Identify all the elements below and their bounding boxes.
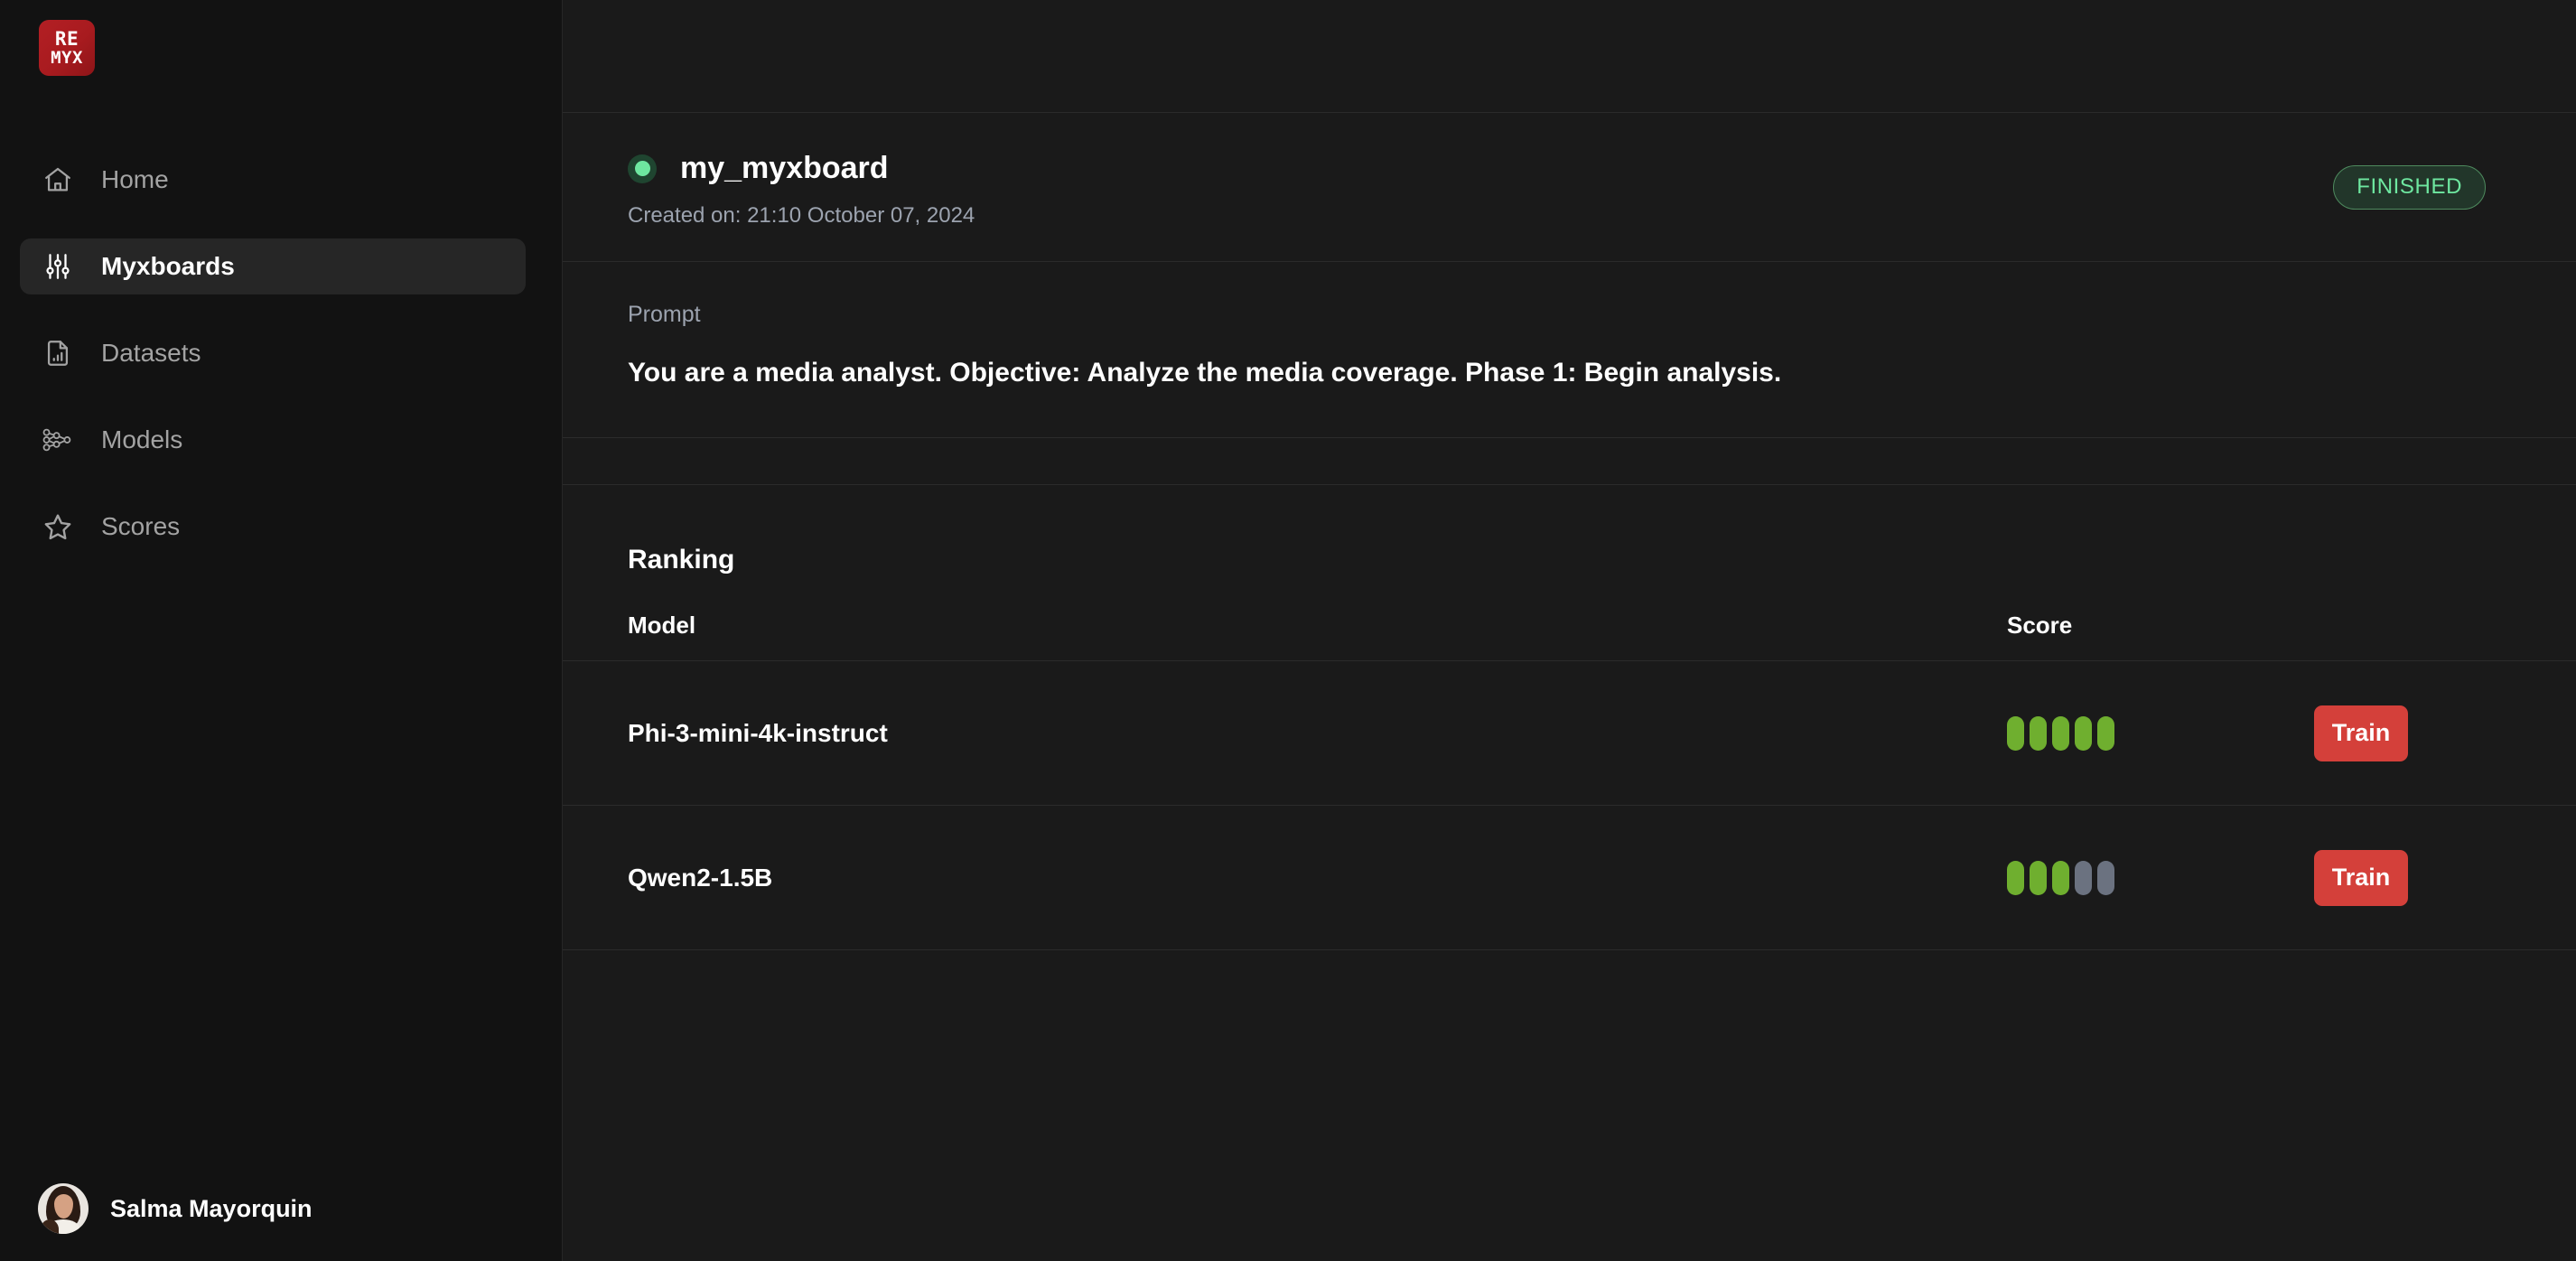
board-header-left: my_myxboard Created on: 21:10 October 07… [563,151,975,229]
sliders-icon [40,248,76,285]
score-pill [2052,860,2069,895]
home-icon [40,162,76,198]
model-name: Phi-3-mini-4k-instruct [628,718,888,747]
document-chart-icon [40,335,76,371]
sidebar-item-myxboards[interactable]: Myxboards [20,238,526,294]
brand-logo[interactable]: RE MYX [39,20,95,76]
board-header: my_myxboard Created on: 21:10 October 07… [563,113,2576,262]
score-pill [2075,715,2092,751]
prompt-label: Prompt [628,302,701,327]
primary-navigation: Home Myxboards Datasets Models Scores [20,152,544,585]
main-content: my_myxboard Created on: 21:10 October 07… [563,0,2576,1261]
score-pill [2007,860,2024,895]
prompt-text: You are a media analyst. Objective: Anal… [628,358,1782,388]
score-cell [2007,715,2314,751]
sidebar-item-label-models: Models [101,425,183,453]
sidebar-item-datasets[interactable]: Datasets [20,325,526,381]
neural-network-icon [40,422,76,458]
status-dot-icon [628,154,657,183]
table-row: Phi-3-mini-4k-instruct Train [563,661,2576,806]
table-header-row: Model Score [563,612,2576,661]
sidebar-item-scores[interactable]: Scores [20,499,526,555]
status-badge: FINISHED [2333,165,2486,210]
column-header-model-cell: Model [563,612,2007,640]
column-header-score: Score [2007,612,2073,639]
top-bar [563,0,2576,113]
action-cell: Train [2314,849,2576,906]
model-name: Qwen2-1.5B [628,863,773,892]
train-button[interactable]: Train [2314,705,2408,761]
ranking-title: Ranking [628,545,735,574]
logo-line-1: RE [54,27,79,50]
model-name-cell: Phi-3-mini-4k-instruct [563,719,2007,748]
board-title-row: my_myxboard [628,151,975,186]
model-name-cell: Qwen2-1.5B [563,864,2007,892]
sidebar-item-label-home: Home [101,165,169,193]
ranking-table: Model Score Phi-3-mini-4k-instruct Train… [563,612,2576,950]
user-profile[interactable]: Salma Mayorquin [38,1183,313,1234]
score-pill [2007,715,2024,751]
sidebar-item-label-myxboards: Myxboards [101,252,235,280]
logo-line-2: MYX [51,47,83,68]
prompt-section: Prompt You are a media analyst. Objectiv… [563,262,2576,438]
score-indicator [2007,715,2314,751]
column-header-score-cell: Score [2007,612,2314,640]
avatar [38,1183,89,1234]
score-pill [2052,715,2069,751]
section-divider [563,438,2576,485]
score-cell [2007,860,2314,895]
action-cell: Train [2314,705,2576,761]
score-pill [2030,715,2047,751]
score-pill [2097,860,2114,895]
score-pill [2030,860,2047,895]
score-pill [2097,715,2114,751]
score-indicator [2007,860,2314,895]
table-row: Qwen2-1.5B Train [563,806,2576,950]
column-header-model: Model [628,612,696,639]
star-icon [40,509,76,545]
remyx-logo-mark: RE MYX [39,20,95,76]
sidebar-item-label-scores: Scores [101,512,181,540]
score-pill [2075,860,2092,895]
train-button[interactable]: Train [2314,849,2408,906]
sidebar-item-models[interactable]: Models [20,412,526,468]
page-title: my_myxboard [680,151,889,185]
sidebar-item-label-datasets: Datasets [101,339,201,367]
sidebar: RE MYX Home Myxboards Datasets Models Sc… [0,0,563,1261]
board-created-timestamp: Created on: 21:10 October 07, 2024 [628,203,975,228]
sidebar-item-home[interactable]: Home [20,152,526,208]
ranking-section: Ranking Model Score Phi-3-mini-4k-instru… [563,438,2576,950]
app-root: RE MYX Home Myxboards Datasets Models Sc… [0,0,2576,1261]
user-name: Salma Mayorquin [110,1194,313,1222]
